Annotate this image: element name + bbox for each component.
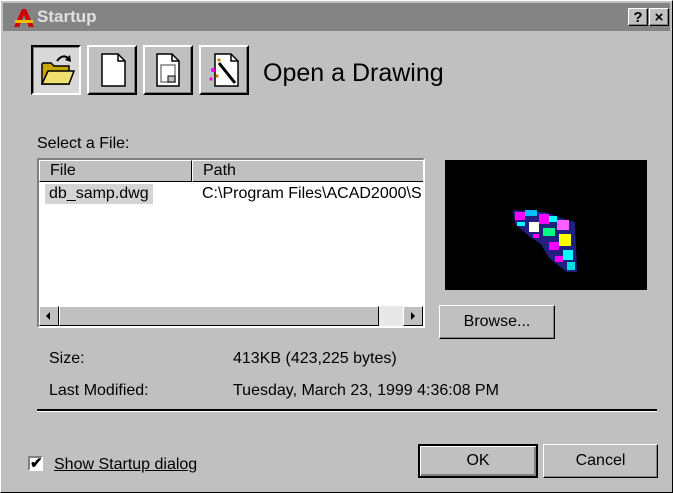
template-page-icon: [156, 53, 180, 87]
horizontal-scrollbar[interactable]: [39, 306, 423, 326]
check-mark-icon: ✔: [30, 455, 43, 472]
arrow-right-icon: [411, 312, 415, 320]
blank-page-icon: [101, 53, 126, 87]
file-path-cell[interactable]: C:\Program Files\ACAD2000\S: [202, 185, 422, 203]
show-startup-label-text: Show Startup dialog: [54, 456, 198, 473]
path-column-header[interactable]: Path: [192, 160, 423, 182]
close-button[interactable]: ×: [649, 8, 669, 26]
help-button[interactable]: ?: [628, 8, 648, 26]
ok-button[interactable]: OK: [418, 444, 538, 478]
open-drawing-button[interactable]: [31, 45, 81, 95]
scroll-right-button[interactable]: [403, 306, 423, 326]
use-template-button[interactable]: [143, 45, 193, 95]
file-column-header[interactable]: File: [39, 160, 192, 182]
file-name-cell[interactable]: db_samp.dwg: [45, 184, 153, 204]
preview-thumbnail: [513, 210, 577, 272]
size-value: 413KB (423,225 bytes): [233, 350, 397, 367]
show-startup-checkbox[interactable]: ✔: [28, 455, 43, 472]
show-startup-label[interactable]: Show Startup dialog: [54, 456, 197, 474]
file-list[interactable]: File Path db_samp.dwg C:\Program Files\A…: [37, 158, 425, 328]
drawing-preview: [445, 160, 647, 290]
start-from-scratch-button[interactable]: [87, 45, 137, 95]
browse-button[interactable]: Browse...: [439, 305, 555, 339]
scroll-thumb[interactable]: [59, 306, 379, 326]
mode-title: Open a Drawing: [263, 59, 444, 87]
size-label: Size:: [49, 350, 85, 367]
wizard-page-icon: [209, 53, 239, 87]
divider: [37, 409, 657, 412]
scroll-left-button[interactable]: [39, 306, 59, 326]
window-title: Startup: [37, 7, 97, 26]
title-bar[interactable]: Startup ? ×: [3, 3, 670, 31]
startup-dialog: Startup ? × Open a Drawing Select a File…: [0, 0, 673, 493]
cancel-button[interactable]: Cancel: [543, 444, 658, 478]
last-modified-value: Tuesday, March 23, 1999 4:36:08 PM: [233, 382, 499, 399]
select-file-label: Select a File:: [37, 135, 130, 152]
autocad-app-icon: [14, 9, 34, 27]
open-folder-icon: [40, 55, 75, 85]
use-wizard-button[interactable]: [199, 45, 249, 95]
arrow-left-icon: [46, 312, 50, 320]
last-modified-label: Last Modified:: [49, 382, 149, 399]
